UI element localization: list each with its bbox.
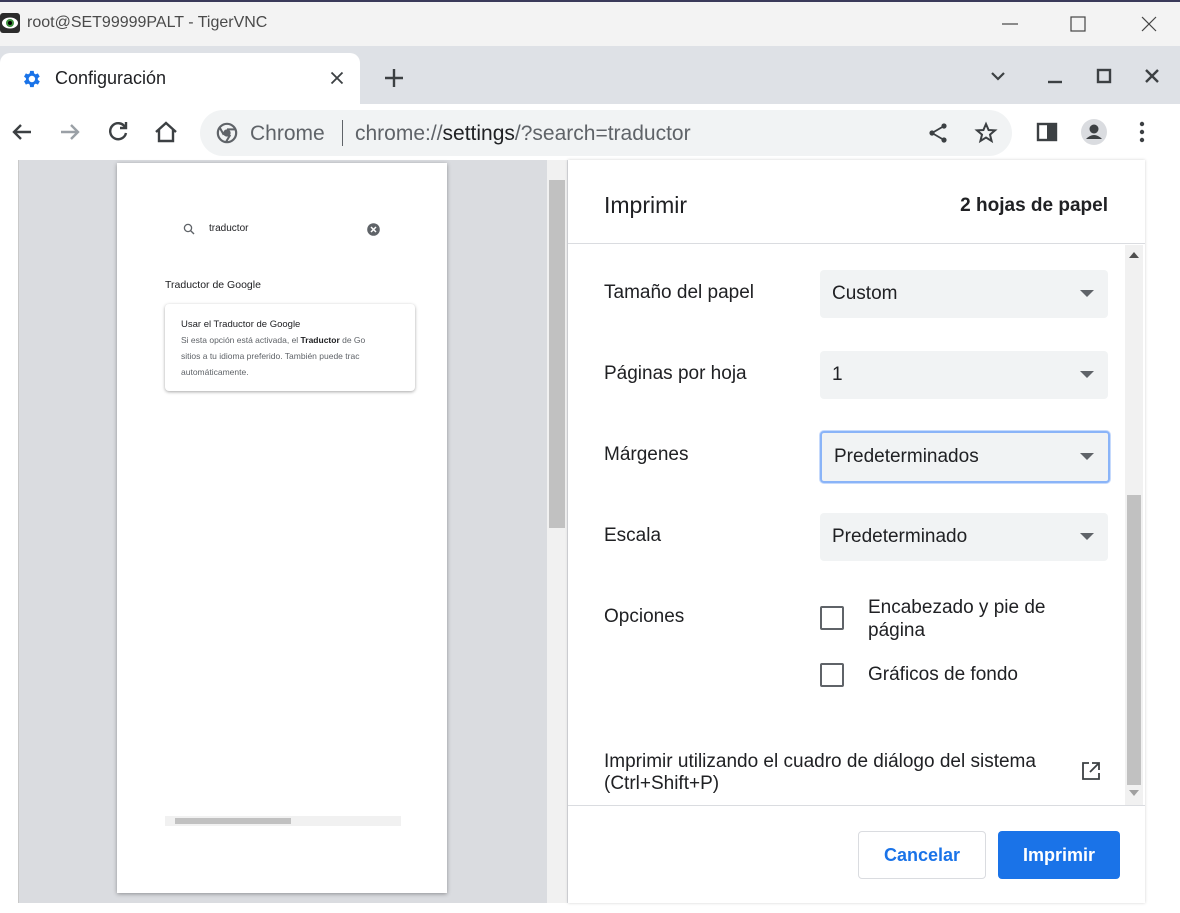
print-preview-area: traductor Traductor de Google Usar el Tr…	[18, 160, 568, 903]
pages-per-sheet-select[interactable]: 1	[820, 351, 1108, 399]
browser-minimize-icon[interactable]	[1043, 64, 1067, 88]
kebab-menu-icon[interactable]	[1128, 118, 1156, 146]
preview-horizontal-scrollbar-thumb	[175, 818, 291, 824]
chrome-logo-icon	[216, 122, 238, 144]
vnc-window-title: root@SET99999PALT - TigerVNC	[27, 14, 268, 31]
preview-card-line: sitios a tu idioma preferido. También pu…	[181, 351, 360, 361]
preview-search-icon	[183, 223, 195, 235]
url-text[interactable]: chrome://settings/?search=traductor	[355, 122, 691, 146]
dropdown-arrow-icon	[1080, 453, 1094, 460]
preview-clear-search-icon	[367, 223, 380, 236]
omnibox-separator	[342, 120, 343, 146]
settings-scrollbar-thumb[interactable]	[1127, 495, 1141, 785]
scroll-down-arrow-icon[interactable]	[1128, 789, 1140, 797]
scale-select[interactable]: Predeterminado	[820, 513, 1108, 561]
preview-card-line: automáticamente.	[181, 367, 249, 377]
print-header: Imprimir 2 hojas de papel	[568, 160, 1145, 244]
headers-footers-label[interactable]: Encabezado y pie de página	[868, 596, 1045, 642]
share-icon[interactable]	[926, 121, 950, 145]
side-panel-icon[interactable]	[1033, 118, 1061, 146]
print-settings-list: Tamaño del papel Custom Páginas por hoja…	[568, 245, 1125, 805]
address-bar[interactable]: Chrome chrome://settings/?search=traduct…	[200, 110, 1012, 156]
print-button[interactable]: Imprimir	[998, 831, 1120, 879]
margins-label: Márgenes	[604, 444, 689, 465]
scale-label: Escala	[604, 525, 662, 546]
settings-scrollbar[interactable]	[1125, 245, 1143, 805]
reload-icon[interactable]	[104, 118, 132, 146]
site-chip: Chrome	[250, 122, 325, 145]
background-graphics-checkbox[interactable]	[820, 663, 844, 687]
tab-title: Configuración	[55, 68, 167, 88]
vnc-titlebar: root@SET99999PALT - TigerVNC	[0, 0, 1180, 46]
open-in-new-icon[interactable]	[1080, 760, 1102, 782]
close-icon[interactable]	[1137, 12, 1161, 36]
print-title: Imprimir	[604, 192, 688, 218]
page-content: traductor Traductor de Google Usar el Tr…	[0, 160, 1180, 913]
maximize-icon[interactable]	[1066, 12, 1090, 36]
preview-card-line: Si esta opción está activada, el Traduct…	[181, 335, 366, 345]
system-dialog-link[interactable]: Imprimir utilizando el cuadro de diálogo…	[604, 751, 1036, 795]
browser-restore-icon[interactable]	[1092, 64, 1116, 88]
tigervnc-logo-icon	[0, 13, 20, 33]
paper-size-select[interactable]: Custom	[820, 270, 1108, 318]
sheet-count: 2 hojas de papel	[960, 195, 1108, 216]
print-actions: Cancelar Imprimir	[568, 805, 1145, 903]
dropdown-arrow-icon	[1080, 533, 1094, 540]
margins-select[interactable]: Predeterminados	[820, 431, 1110, 483]
preview-search-text: traductor	[209, 223, 249, 234]
gear-icon	[24, 70, 40, 88]
preview-horizontal-scrollbar	[165, 816, 401, 826]
preview-scrollbar[interactable]	[547, 160, 567, 903]
forward-arrow-icon[interactable]	[56, 118, 84, 146]
tab-settings[interactable]: Configuración	[0, 53, 360, 104]
pages-per-sheet-label: Páginas por hoja	[604, 363, 747, 384]
minimize-icon[interactable]	[998, 12, 1022, 36]
dropdown-arrow-icon	[1080, 371, 1094, 378]
background-graphics-label[interactable]: Gráficos de fondo	[868, 663, 1018, 686]
bookmark-star-icon[interactable]	[974, 121, 998, 145]
pages-per-sheet-value: 1	[832, 364, 843, 385]
headers-footers-checkbox[interactable]	[820, 606, 844, 630]
tab-close-icon[interactable]	[326, 67, 348, 89]
dropdown-arrow-icon	[1080, 290, 1094, 297]
cancel-button[interactable]: Cancelar	[858, 831, 986, 879]
tab-search-chevron-down-icon[interactable]	[986, 64, 1010, 88]
margins-value: Predeterminados	[834, 446, 979, 467]
home-icon[interactable]	[152, 118, 180, 146]
preview-section-heading: Traductor de Google	[165, 279, 261, 291]
preview-card-title: Usar el Traductor de Google	[181, 319, 301, 330]
preview-settings-card: Usar el Traductor de Google Si esta opci…	[165, 304, 415, 391]
tab-strip: Configuración	[0, 46, 1180, 104]
paper-size-label: Tamaño del papel	[604, 282, 754, 303]
options-label: Opciones	[604, 606, 685, 627]
paper-size-value: Custom	[832, 283, 898, 304]
preview-page: traductor Traductor de Google Usar el Tr…	[117, 163, 447, 893]
browser-toolbar: Chrome chrome://settings/?search=traduct…	[0, 104, 1180, 160]
profile-avatar-icon[interactable]	[1080, 118, 1108, 146]
preview-scrollbar-thumb[interactable]	[549, 180, 565, 528]
print-settings-panel: Imprimir 2 hojas de papel Tamaño del pap…	[568, 160, 1145, 903]
scroll-up-arrow-icon[interactable]	[1128, 251, 1140, 259]
browser-close-icon[interactable]	[1140, 64, 1164, 88]
back-arrow-icon[interactable]	[8, 118, 36, 146]
new-tab-icon[interactable]	[380, 64, 408, 92]
scale-value: Predeterminado	[832, 526, 968, 547]
